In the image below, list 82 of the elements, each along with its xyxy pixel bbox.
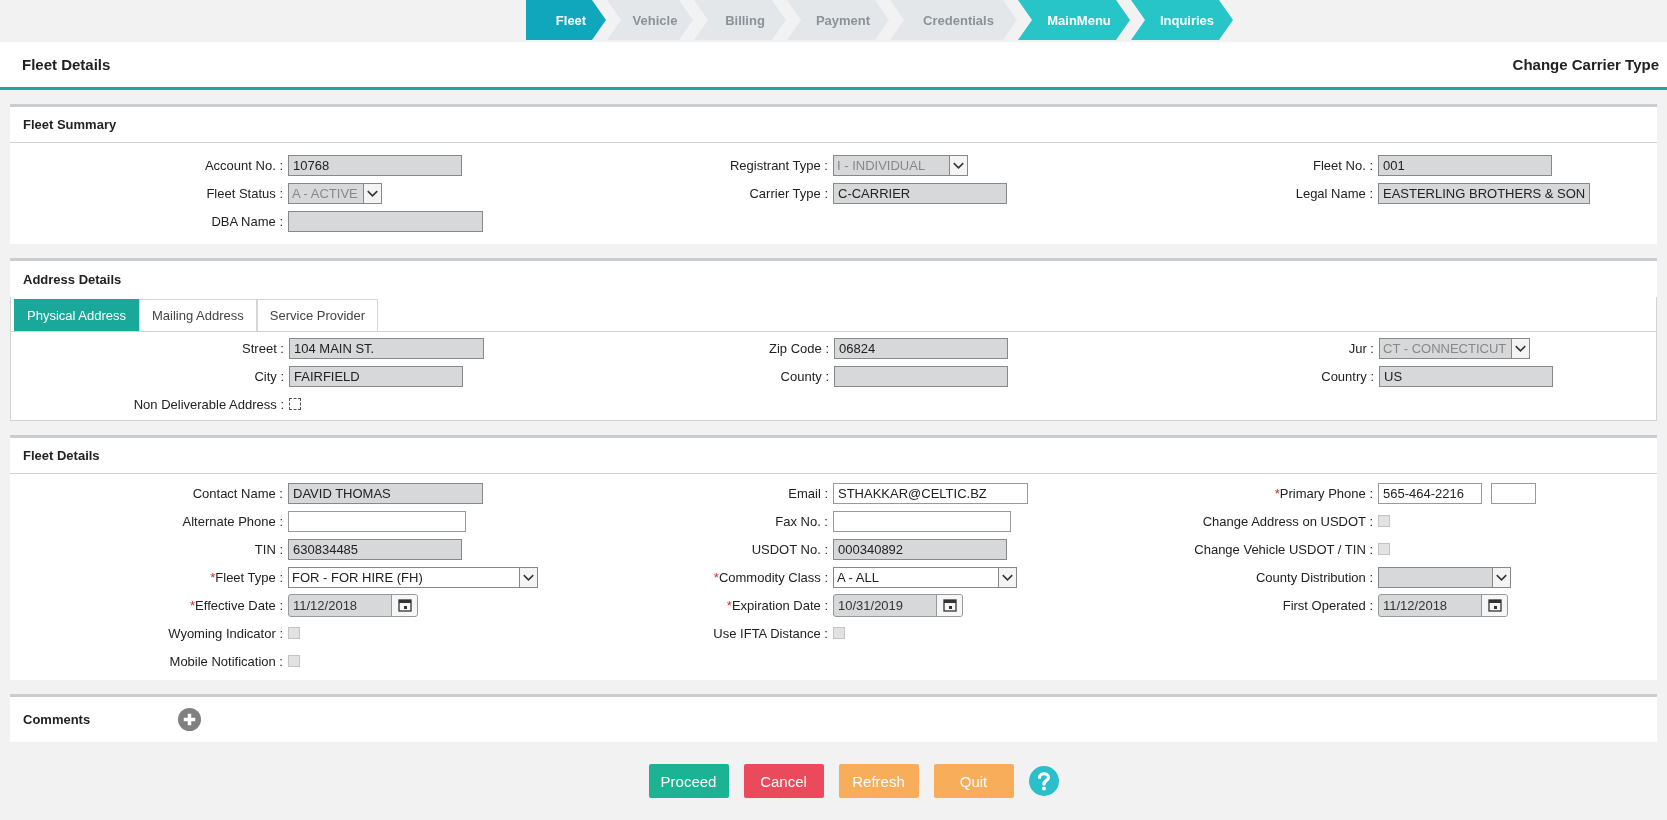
field-label: Non Deliverable Address : [132, 396, 285, 412]
checkbox[interactable] [1378, 543, 1390, 555]
calendar-icon[interactable] [397, 598, 412, 612]
date-field[interactable]: 11/12/2018 [288, 593, 418, 617]
text-field[interactable]: FAIRFIELD [289, 365, 463, 387]
text-field[interactable]: US [1379, 365, 1553, 387]
text-field[interactable]: 001 [1378, 154, 1552, 176]
field-label: Fleet No. : [1312, 157, 1374, 173]
field-label: *Commodity Class : [712, 569, 829, 585]
field-label: First Operated : [1281, 597, 1374, 613]
section-title: Comments [23, 712, 91, 727]
field-label: Use IFTA Distance : [712, 625, 829, 641]
text-field[interactable]: 06824 [834, 337, 1008, 359]
action-button[interactable]: Cancel [743, 764, 824, 798]
text-field[interactable]: C-CARRIER [833, 182, 1007, 204]
field-label: County : [779, 368, 830, 384]
text-field[interactable]: 104 MAIN ST. [289, 337, 484, 359]
page-action: Change Carrier Type [1512, 56, 1659, 73]
checkbox[interactable] [288, 627, 300, 639]
checkbox[interactable] [833, 627, 845, 639]
dropdown[interactable] [1378, 566, 1511, 588]
field-label: Email : [787, 485, 829, 501]
help-icon[interactable] [1028, 766, 1059, 796]
dropdown[interactable]: FOR - FOR HIRE (FH) [288, 566, 538, 588]
field-label: Fax No. : [774, 513, 829, 529]
field-label: TIN : [253, 541, 284, 557]
field-label: Fleet Status : [205, 185, 284, 201]
field-label: *Fleet Type : [209, 569, 284, 585]
field-label: Jur : [1347, 340, 1375, 356]
section-title: Fleet Summary [23, 117, 117, 132]
text-field[interactable] [834, 365, 1008, 387]
date-field[interactable]: 10/31/2019 [833, 593, 963, 617]
checkbox[interactable] [289, 398, 301, 410]
chevron-icon [1511, 338, 1529, 358]
section-title: Fleet Details [23, 448, 100, 463]
field-label: Change Vehicle USDOT / TIN : [1193, 541, 1374, 557]
field-label: *Expiration Date : [725, 597, 829, 613]
field-label: *Effective Date : [189, 597, 284, 613]
field-label: Street : [241, 340, 285, 356]
field-label: County Distribution : [1254, 569, 1374, 585]
add-icon[interactable] [178, 708, 202, 731]
field-label: Mobile Notification : [168, 653, 284, 669]
dropdown[interactable]: A - ALL [833, 566, 1017, 588]
field-label: Registrant Type : [728, 157, 829, 173]
chevron-icon [1492, 567, 1510, 587]
chevron-icon [949, 155, 967, 175]
address-tab[interactable]: Service Provider [256, 299, 379, 331]
page-title: Fleet Details [22, 56, 111, 73]
field-label: Carrier Type : [748, 185, 829, 201]
text-field[interactable]: 000340892 [833, 538, 1007, 560]
text-field[interactable]: DAVID THOMAS [288, 482, 483, 504]
text-field[interactable]: STHAKKAR@CELTIC.BZ [833, 482, 1028, 504]
field-label: USDOT No. : [750, 541, 829, 557]
field-label: Contact Name : [191, 485, 284, 501]
text-field[interactable]: 630834485 [288, 538, 462, 560]
field-label: Legal Name : [1294, 185, 1374, 201]
field-label: Change Address on USDOT : [1201, 513, 1374, 529]
calendar-icon[interactable] [942, 598, 957, 612]
calendar-icon[interactable] [1487, 598, 1502, 612]
text-field[interactable]: 10768 [288, 154, 462, 176]
checkbox[interactable] [288, 655, 300, 667]
field-label: Alternate Phone : [181, 513, 284, 529]
extension-field[interactable] [1491, 482, 1536, 504]
field-label: Wyoming Indicator : [167, 625, 284, 641]
text-field[interactable] [288, 510, 466, 532]
field-label: DBA Name : [210, 213, 284, 229]
chevron-icon [363, 183, 381, 203]
text-field[interactable]: EASTERLING BROTHERS & SON [1378, 182, 1590, 204]
phone-field[interactable]: 565-464-2216 [1378, 482, 1482, 504]
checkbox[interactable] [1378, 515, 1390, 527]
field-label: Account No. : [203, 157, 284, 173]
field-label: Zip Code : [768, 340, 830, 356]
text-field[interactable] [833, 510, 1011, 532]
text-field[interactable] [288, 210, 483, 232]
date-field[interactable]: 11/12/2018 [1378, 593, 1508, 617]
field-label: *Primary Phone : [1273, 485, 1374, 501]
chevron-icon [998, 567, 1016, 587]
chevron-icon [519, 567, 537, 587]
section-title: Address Details [23, 271, 122, 287]
field-label: City : [253, 368, 285, 384]
field-label: Country : [1320, 368, 1375, 384]
address-tab[interactable]: Mailing Address [139, 299, 257, 331]
